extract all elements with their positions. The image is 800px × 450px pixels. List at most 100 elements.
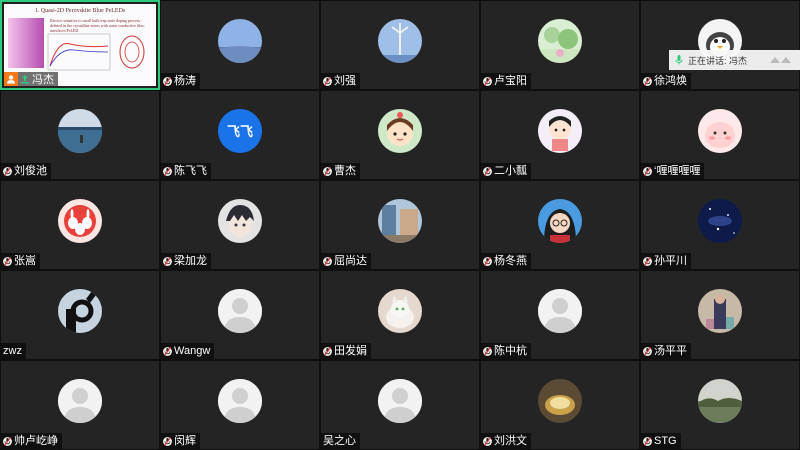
avatar (538, 198, 582, 243)
participant-tile[interactable]: 田发娟 (320, 270, 480, 360)
muted-mic-icon (643, 436, 652, 447)
host-nametag: 冯杰 (4, 72, 58, 86)
participant-name: 屈尚达 (334, 255, 367, 267)
participant-tile[interactable]: 二小瓢 (480, 90, 640, 180)
participant-name: 陈中杭 (494, 345, 527, 357)
muted-mic-icon (643, 346, 652, 357)
participant-name: 汤平平 (654, 345, 687, 357)
participant-nametag: 刘洪文 (481, 433, 531, 449)
participant-nametag: 陈飞飞 (161, 163, 211, 179)
participant-name: 陈飞飞 (174, 165, 207, 177)
participant-name: 刘强 (334, 75, 356, 87)
muted-mic-icon (483, 346, 492, 357)
participant-name: 张嵩 (14, 255, 36, 267)
muted-mic-icon (163, 256, 172, 267)
avatar (378, 378, 422, 423)
participant-name: 孙平川 (654, 255, 687, 267)
muted-mic-icon (163, 166, 172, 177)
participant-tile[interactable]: 杨涛 (160, 0, 320, 90)
participant-name: 二小瓢 (494, 165, 527, 177)
participant-tile[interactable]: 曹杰 (320, 90, 480, 180)
avatar (538, 18, 582, 63)
participant-tile[interactable]: 1. Quasi-2D Perovskite Blue PeLEDs Electr… (0, 0, 160, 90)
avatar-text: 飞飞 (226, 125, 253, 141)
participant-tile[interactable]: zwz (0, 270, 160, 360)
participant-tile[interactable]: ‘喱喱喱喱 (640, 90, 800, 180)
participant-name: zwz (3, 345, 22, 357)
avatar (58, 108, 102, 153)
participant-tile[interactable]: 飞飞陈飞飞 (160, 90, 320, 180)
screen-share-icon (20, 74, 30, 84)
participant-tile[interactable]: 梁加龙 (160, 180, 320, 270)
avatar (218, 288, 262, 333)
avatar (378, 198, 422, 243)
participant-nametag: 帅卢屹峥 (1, 433, 62, 449)
participant-name: 刘洪文 (494, 435, 527, 447)
participant-tile[interactable]: 张嵩 (0, 180, 160, 270)
avatar (58, 378, 102, 423)
avatar (378, 108, 422, 153)
participant-name: 卢宝阳 (494, 75, 527, 87)
participant-name: 杨涛 (174, 75, 196, 87)
muted-mic-icon (163, 436, 172, 447)
avatar (58, 198, 102, 243)
participant-name: 帅卢屹峥 (14, 435, 58, 447)
participant-tile[interactable]: 刘俊池 (0, 90, 160, 180)
participant-nametag: 刘俊池 (1, 163, 51, 179)
participant-name: 闵辉 (174, 435, 196, 447)
participant-nametag: 二小瓢 (481, 163, 531, 179)
participant-tile[interactable]: 刘强 (320, 0, 480, 90)
participant-nametag: 孙平川 (641, 253, 691, 269)
participant-name: 徐鸿焕 (654, 75, 687, 87)
participant-tile[interactable]: 卢宝阳 (480, 0, 640, 90)
participant-name: 曹杰 (334, 165, 356, 177)
participant-tile[interactable]: 闵辉 (160, 360, 320, 450)
expand-icon[interactable] (768, 55, 794, 65)
avatar (218, 378, 262, 423)
participant-nametag: Wangw (161, 343, 215, 359)
participant-nametag: 屈尚达 (321, 253, 371, 269)
muted-mic-icon (643, 166, 652, 177)
participant-tile[interactable]: 刘洪文 (480, 360, 640, 450)
participant-tile[interactable]: 徐鸿焕 (640, 0, 800, 90)
avatar (698, 198, 742, 243)
muted-mic-icon (163, 346, 172, 357)
muted-mic-icon (483, 436, 492, 447)
participant-nametag: 田发娟 (321, 343, 371, 359)
participant-nametag: 曹杰 (321, 163, 360, 179)
participant-tile[interactable]: 孙平川 (640, 180, 800, 270)
avatar (698, 378, 742, 423)
participant-tile[interactable]: 吴之心 (320, 360, 480, 450)
participant-tile[interactable]: STG (640, 360, 800, 450)
microphone-icon (675, 55, 683, 65)
participant-tile[interactable]: Wangw (160, 270, 320, 360)
avatar (538, 378, 582, 423)
muted-mic-icon (323, 346, 332, 357)
participant-name: 梁加龙 (174, 255, 207, 267)
participant-tile[interactable]: 杨冬燕 (480, 180, 640, 270)
participant-name: 刘俊池 (14, 165, 47, 177)
avatar (58, 288, 102, 333)
host-icon (4, 72, 18, 86)
muted-mic-icon (643, 76, 652, 87)
avatar: 飞飞 (218, 108, 262, 153)
participant-nametag: 刘强 (321, 73, 360, 89)
participant-tile[interactable]: 屈尚达 (320, 180, 480, 270)
participant-tile[interactable]: 汤平平 (640, 270, 800, 360)
participant-name: Wangw (174, 345, 211, 357)
muted-mic-icon (483, 256, 492, 267)
participant-nametag: 吴之心 (321, 433, 360, 449)
participant-tile[interactable]: 陈中杭 (480, 270, 640, 360)
muted-mic-icon (323, 166, 332, 177)
participant-nametag: 杨冬燕 (481, 253, 531, 269)
participant-nametag: 闵辉 (161, 433, 200, 449)
avatar (698, 288, 742, 333)
participant-nametag: 陈中杭 (481, 343, 531, 359)
speaking-indicator[interactable]: 正在讲话: 冯杰 (669, 50, 800, 70)
participant-name: 吴之心 (323, 435, 356, 447)
participant-name: 杨冬燕 (494, 255, 527, 267)
participant-tile[interactable]: 帅卢屹峥 (0, 360, 160, 450)
participant-nametag: zwz (1, 343, 26, 359)
participant-nametag: ‘喱喱喱喱 (641, 163, 705, 179)
muted-mic-icon (323, 256, 332, 267)
